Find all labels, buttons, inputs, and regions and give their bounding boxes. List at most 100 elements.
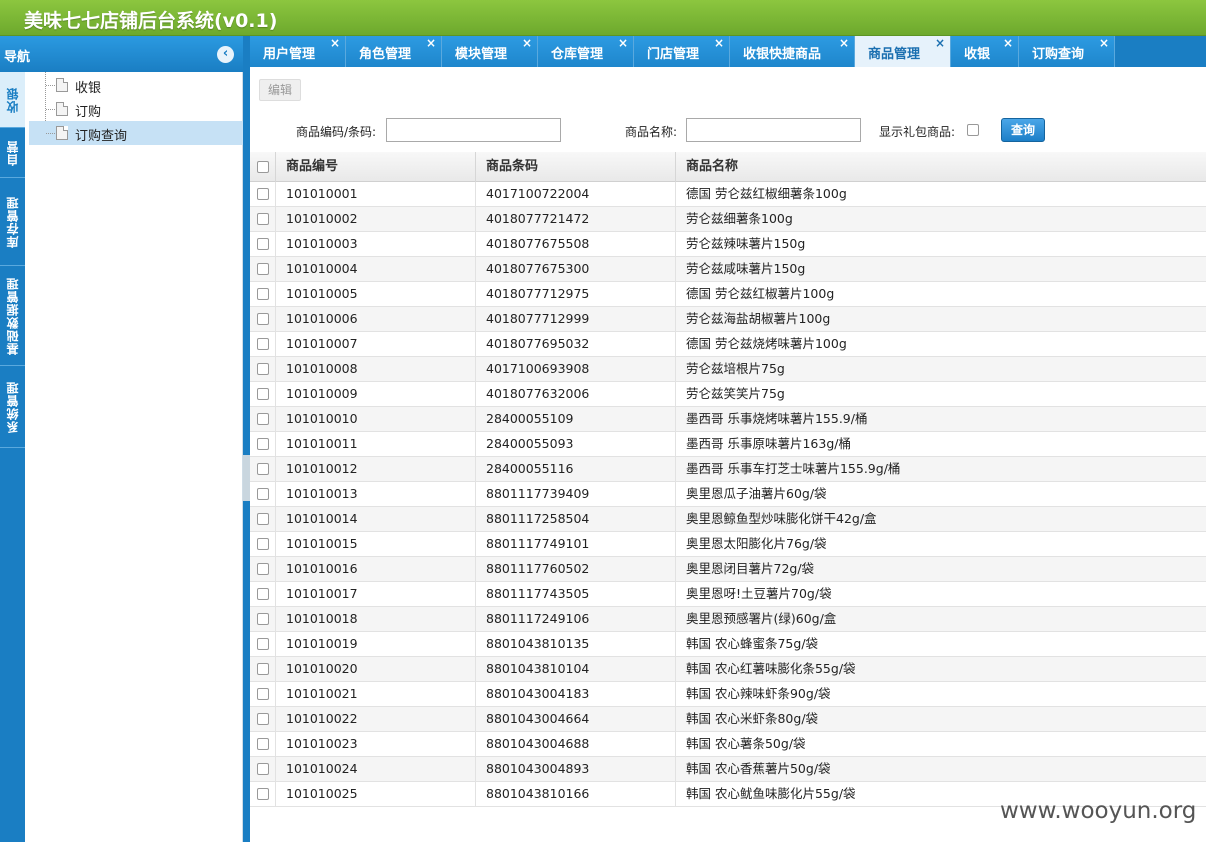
cell-barcode: 8801117760502 <box>475 557 675 581</box>
table-row[interactable]: 101010024 8801043004893 韩国 农心香蕉薯片50g/袋 <box>250 757 1206 782</box>
table-row[interactable]: 101010003 4018077675508 劳仑兹辣味薯片150g <box>250 232 1206 257</box>
row-checkbox[interactable] <box>257 313 269 325</box>
row-checkbox[interactable] <box>257 338 269 350</box>
row-checkbox[interactable] <box>257 238 269 250</box>
row-checkbox[interactable] <box>257 688 269 700</box>
row-checkbox[interactable] <box>257 613 269 625</box>
tab-cashier[interactable]: 收银 × <box>951 36 1019 67</box>
query-button[interactable]: 查询 <box>1001 118 1045 142</box>
row-checkbox[interactable] <box>257 488 269 500</box>
cell-code: 101010004 <box>275 257 475 281</box>
table-row[interactable]: 101010023 8801043004688 韩国 农心薯条50g/袋 <box>250 732 1206 757</box>
row-checkbox[interactable] <box>257 263 269 275</box>
row-checkbox[interactable] <box>257 763 269 775</box>
close-icon[interactable]: × <box>714 36 724 50</box>
tree-item-order[interactable]: 订购 <box>29 97 243 121</box>
table-row[interactable]: 101010009 4018077632006 劳仑兹笑笑片75g <box>250 382 1206 407</box>
table-row[interactable]: 101010002 4018077721472 劳仑兹细薯条100g <box>250 207 1206 232</box>
column-header-name[interactable]: 商品名称 <box>675 152 1206 182</box>
select-all-checkbox[interactable] <box>257 161 269 173</box>
row-checkbox[interactable] <box>257 413 269 425</box>
row-checkbox[interactable] <box>257 213 269 225</box>
table-row[interactable]: 101010018 8801117249106 奥里恩预感署片(绿)60g/盒 <box>250 607 1206 632</box>
row-checkbox[interactable] <box>257 513 269 525</box>
row-checkbox[interactable] <box>257 588 269 600</box>
table-row[interactable]: 101010022 8801043004664 韩国 农心米虾条80g/袋 <box>250 707 1206 732</box>
table-row[interactable]: 101010011 28400055093 墨西哥 乐事原味薯片163g/桶 <box>250 432 1206 457</box>
row-checkbox[interactable] <box>257 388 269 400</box>
vtab-cashier[interactable]: 收银 <box>0 72 25 128</box>
close-icon[interactable]: × <box>618 36 628 50</box>
edit-button[interactable]: 编辑 <box>259 79 301 101</box>
table-row[interactable]: 101010019 8801043810135 韩国 农心蜂蜜条75g/袋 <box>250 632 1206 657</box>
column-header-barcode[interactable]: 商品条码 <box>475 152 675 182</box>
tab-role-management[interactable]: 角色管理 × <box>346 36 442 67</box>
cell-name: 德国 劳仑兹红椒薯片100g <box>675 282 1206 306</box>
vtab-inventory[interactable]: 库存管理 <box>0 178 25 266</box>
tab-module-management[interactable]: 模块管理 × <box>442 36 538 67</box>
cell-barcode: 8801043004183 <box>475 682 675 706</box>
vtab-base-data[interactable]: 基础数据管理 <box>0 266 25 366</box>
row-checkbox[interactable] <box>257 438 269 450</box>
row-checkbox[interactable] <box>257 563 269 575</box>
row-checkbox[interactable] <box>257 738 269 750</box>
cell-name: 韩国 农心红薯味膨化条55g/袋 <box>675 657 1206 681</box>
row-checkbox[interactable] <box>257 363 269 375</box>
cell-code: 101010009 <box>275 382 475 406</box>
tree-item-cashier[interactable]: 收银 <box>29 73 243 97</box>
cell-barcode: 8801117749101 <box>475 532 675 556</box>
table-row[interactable]: 101010010 28400055109 墨西哥 乐事烧烤味薯片155.9/桶 <box>250 407 1206 432</box>
close-icon[interactable]: × <box>1099 36 1109 50</box>
panel-splitter[interactable] <box>243 36 250 842</box>
close-icon[interactable]: × <box>839 36 849 50</box>
cell-barcode: 8801043004893 <box>475 757 675 781</box>
cell-code: 101010001 <box>275 182 475 206</box>
column-header-code[interactable]: 商品编号 <box>275 152 475 182</box>
table-row[interactable]: 101010017 8801117743505 奥里恩呀!土豆薯片70g/袋 <box>250 582 1206 607</box>
row-checkbox[interactable] <box>257 288 269 300</box>
table-row[interactable]: 101010012 28400055116 墨西哥 乐事车打芝士味薯片155.9g/… <box>250 457 1206 482</box>
cell-code: 101010007 <box>275 332 475 356</box>
row-checkbox[interactable] <box>257 663 269 675</box>
table-row[interactable]: 101010005 4018077712975 德国 劳仑兹红椒薯片100g <box>250 282 1206 307</box>
table-row[interactable]: 101010021 8801043004183 韩国 农心辣味虾条90g/袋 <box>250 682 1206 707</box>
close-icon[interactable]: × <box>935 36 945 50</box>
table-row[interactable]: 101010020 8801043810104 韩国 农心红薯味膨化条55g/袋 <box>250 657 1206 682</box>
splitter-handle[interactable] <box>243 455 250 501</box>
gift-checkbox[interactable] <box>967 124 979 136</box>
close-icon[interactable]: × <box>522 36 532 50</box>
table-row[interactable]: 101010006 4018077712999 劳仑兹海盐胡椒薯片100g <box>250 307 1206 332</box>
vtab-system[interactable]: 系统管理 <box>0 366 25 448</box>
table-row[interactable]: 101010008 4017100693908 劳仑兹培根片75g <box>250 357 1206 382</box>
table-row[interactable]: 101010001 4017100722004 德国 劳仑兹红椒细薯条100g <box>250 182 1206 207</box>
cell-barcode: 8801043810104 <box>475 657 675 681</box>
row-checkbox[interactable] <box>257 538 269 550</box>
vtab-self-operated[interactable]: 自营 <box>0 128 25 178</box>
close-icon[interactable]: × <box>330 36 340 50</box>
tab-order-query[interactable]: 订购查询 × <box>1019 36 1115 67</box>
row-checkbox[interactable] <box>257 713 269 725</box>
close-icon[interactable]: × <box>1003 36 1013 50</box>
name-label: 商品名称: <box>625 125 678 139</box>
table-row[interactable]: 101010014 8801117258504 奥里恩鲸鱼型炒味膨化饼干42g/盒 <box>250 507 1206 532</box>
table-row[interactable]: 101010016 8801117760502 奥里恩闭目薯片72g/袋 <box>250 557 1206 582</box>
name-input[interactable] <box>686 118 861 142</box>
row-checkbox[interactable] <box>257 788 269 800</box>
close-icon[interactable]: × <box>426 36 436 50</box>
code-input[interactable] <box>386 118 561 142</box>
tab-store-management[interactable]: 门店管理 × <box>634 36 730 67</box>
vertical-tab-strip: 收银 自营 库存管理 基础数据管理 系统管理 <box>0 72 25 842</box>
tab-warehouse-management[interactable]: 仓库管理 × <box>538 36 634 67</box>
tree-item-order-query[interactable]: 订购查询 <box>29 121 243 145</box>
chevron-left-circle-icon[interactable]: ‹ <box>217 46 234 63</box>
tab-user-management[interactable]: 用户管理 × <box>250 36 346 67</box>
row-checkbox[interactable] <box>257 638 269 650</box>
tab-goods-management[interactable]: 商品管理 × <box>855 36 951 67</box>
tab-cashier-shortcut-goods[interactable]: 收银快捷商品 × <box>730 36 855 67</box>
row-checkbox[interactable] <box>257 188 269 200</box>
table-row[interactable]: 101010015 8801117749101 奥里恩太阳膨化片76g/袋 <box>250 532 1206 557</box>
table-row[interactable]: 101010007 4018077695032 德国 劳仑兹烧烤味薯片100g <box>250 332 1206 357</box>
table-row[interactable]: 101010013 8801117739409 奥里恩瓜子油薯片60g/袋 <box>250 482 1206 507</box>
row-checkbox[interactable] <box>257 463 269 475</box>
table-row[interactable]: 101010004 4018077675300 劳仑兹咸味薯片150g <box>250 257 1206 282</box>
